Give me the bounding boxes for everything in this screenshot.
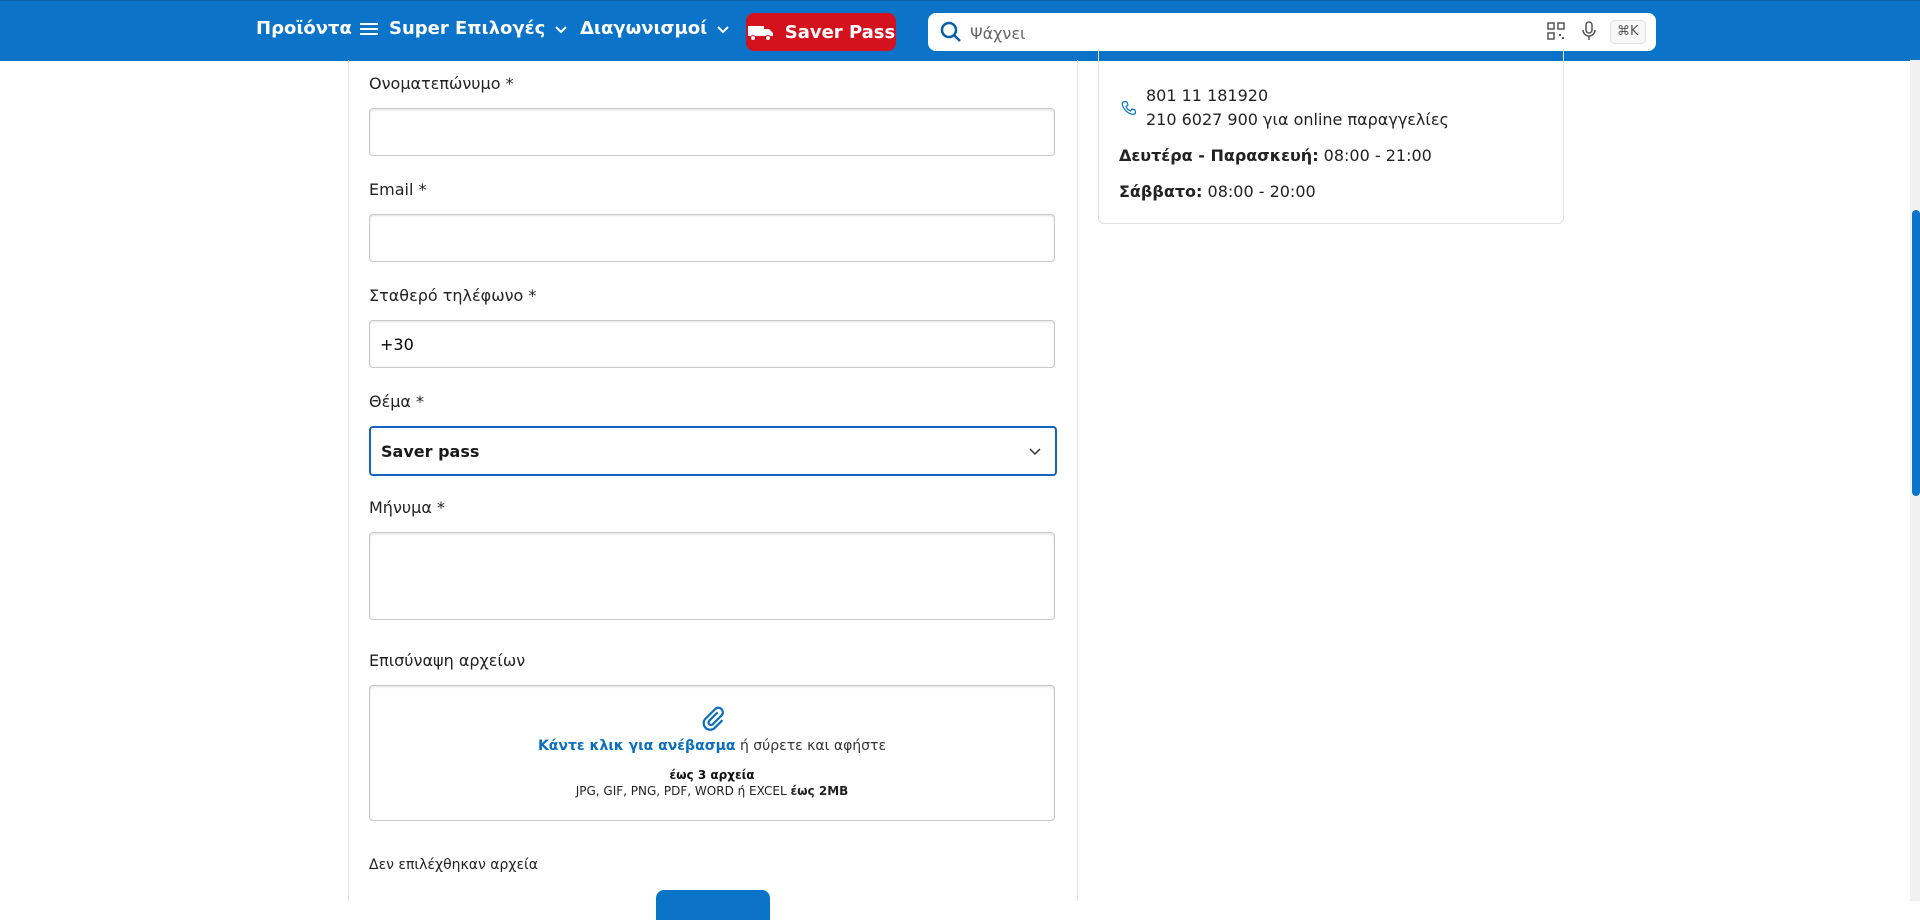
nav-super-choices[interactable]: Super Επιλογές: [389, 18, 569, 39]
no-files-selected-text: Δεν επιλέχθηκαν αρχεία: [369, 857, 539, 873]
delivery-truck-icon: [747, 26, 773, 41]
upload-link[interactable]: Κάντε κλικ για ανέβασμα: [538, 738, 736, 754]
nav-super-label: Super Επιλογές: [389, 18, 546, 39]
nav-contests[interactable]: Διαγωνισμοί: [580, 18, 731, 39]
message-label: Μήνυμα *: [369, 498, 445, 517]
weekday-hours-label: Δευτέρα - Παρασκευή:: [1119, 146, 1319, 165]
email-field[interactable]: [369, 214, 1055, 262]
name-field[interactable]: [369, 108, 1055, 156]
subject-selected-value: Saver pass: [381, 441, 480, 461]
weekday-hours: Δευτέρα - Παρασκευή: 08:00 - 21:00: [1119, 146, 1432, 165]
upload-types-text: JPG, GIF, PNG, PDF, WORD ή EXCEL: [575, 784, 791, 798]
attachments-label: Επισύναψη αρχείων: [369, 651, 526, 670]
upload-drag-text: ή σύρετε και αφήστε: [735, 738, 887, 754]
chevron-down-icon: [1029, 448, 1041, 456]
phone-field[interactable]: [369, 320, 1055, 368]
qr-code-icon[interactable]: [1547, 22, 1565, 40]
paperclip-icon: [702, 706, 724, 731]
email-label: Email *: [369, 180, 427, 199]
weekday-hours-value: 08:00 - 21:00: [1318, 146, 1432, 165]
phone-icon: [1121, 100, 1137, 115]
chevron-down-icon: [717, 25, 729, 33]
microphone-icon[interactable]: [1580, 21, 1598, 41]
subject-select[interactable]: Saver pass: [369, 426, 1057, 476]
phone-number-online-orders: 210 6027 900 για online παραγγελίες: [1146, 110, 1449, 129]
column-divider: [348, 60, 349, 901]
upload-limit: έως 3 αρχεία: [669, 768, 755, 782]
submit-button[interactable]: [656, 890, 770, 920]
subject-label: Θέμα *: [369, 392, 425, 411]
phone-number-primary: 801 11 181920: [1146, 86, 1269, 105]
file-upload-dropzone[interactable]: Κάντε κλικ για ανέβασμα ή σύρετε και αφή…: [369, 685, 1055, 821]
saturday-hours: Σάββατο: 08:00 - 20:00: [1119, 182, 1316, 201]
upload-instruction: Κάντε κλικ για ανέβασμα ή σύρετε και αφή…: [370, 738, 1054, 754]
name-label: Ονοματεπώνυμο *: [369, 74, 514, 93]
nav-products-label: Προϊόντα: [256, 18, 352, 39]
upload-size-limit: έως 2MB: [790, 784, 849, 798]
keyboard-shortcut-badge: ⌘K: [1610, 20, 1646, 44]
message-textarea[interactable]: [369, 532, 1055, 620]
upload-types: JPG, GIF, PNG, PDF, WORD ή EXCEL έως 2MB: [370, 784, 1054, 798]
phone-label: Σταθερό τηλέφωνο *: [369, 286, 537, 305]
saturday-hours-label: Σάββατο:: [1119, 182, 1203, 201]
hamburger-icon: [359, 22, 378, 36]
search-input[interactable]: [968, 19, 1472, 47]
top-navigation-bar: Προϊόντα Super Επιλογές Διαγωνισμοί Save…: [0, 0, 1920, 61]
saver-pass-label: Saver Pass: [784, 21, 896, 43]
column-divider: [1077, 60, 1078, 901]
saver-pass-button[interactable]: Saver Pass: [746, 13, 896, 51]
nav-products[interactable]: Προϊόντα: [256, 18, 378, 39]
nav-contests-label: Διαγωνισμοί: [580, 18, 708, 39]
saturday-hours-value: 08:00 - 20:00: [1202, 182, 1316, 201]
search-icon: [940, 21, 961, 42]
chevron-down-icon: [555, 25, 567, 33]
scrollbar-thumb[interactable]: [1912, 210, 1920, 496]
